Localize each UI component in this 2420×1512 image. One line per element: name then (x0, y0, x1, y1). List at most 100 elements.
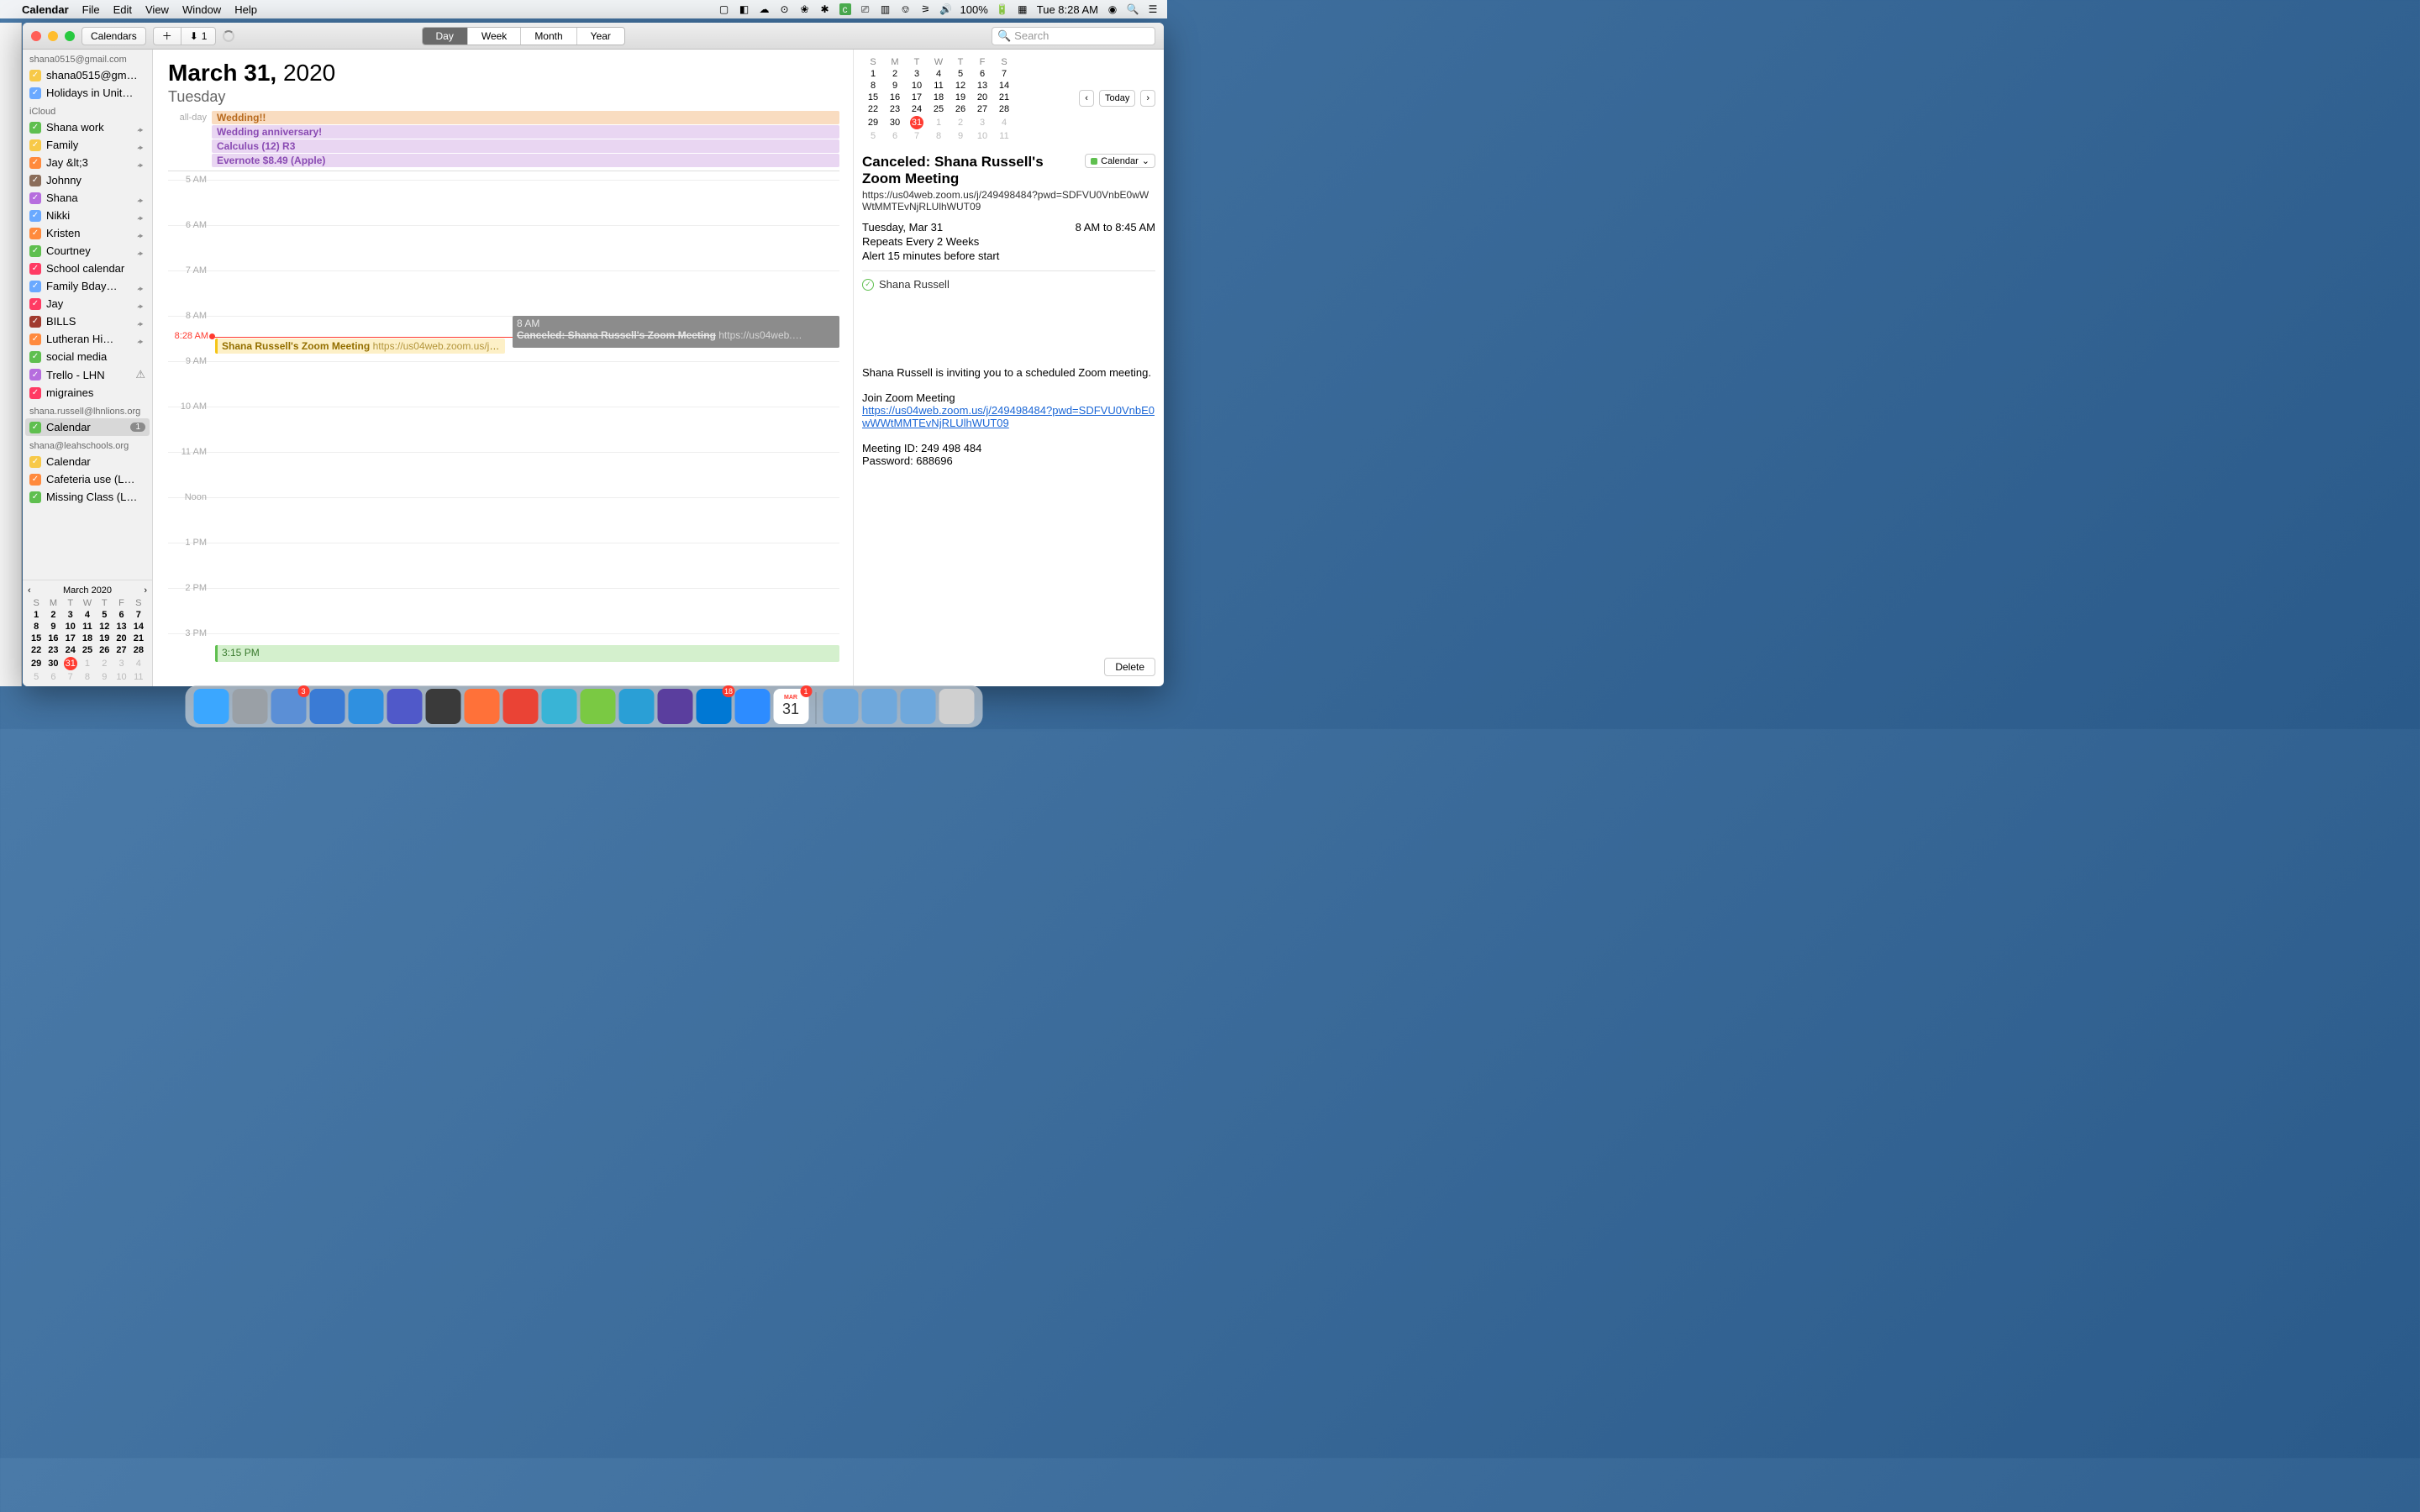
app-name[interactable]: Calendar (22, 3, 69, 16)
cal-day[interactable]: 1 (28, 609, 45, 621)
cal-day[interactable]: 7 (993, 68, 1015, 80)
cal-day[interactable]: 14 (130, 621, 147, 633)
bluetooth-icon[interactable]: ⎊ (900, 3, 912, 15)
status-icon-battery2[interactable]: ▥ (880, 3, 892, 15)
cal-day[interactable]: 24 (62, 644, 79, 656)
menu-file[interactable]: File (82, 3, 100, 16)
sidebar-section-header[interactable]: iCloud (23, 102, 152, 118)
minical-next[interactable]: › (144, 585, 147, 596)
dock-calendar-icon[interactable]: MAR311 (773, 689, 808, 724)
minimize-button[interactable] (48, 31, 58, 41)
timed-event-canceled[interactable]: 8 AMCanceled: Shana Russell's Zoom Meeti… (513, 316, 839, 348)
calendar-checkbox[interactable]: ✓ (29, 210, 41, 222)
sidebar-calendar-item[interactable]: ✓Kristen (23, 224, 152, 242)
cal-day[interactable]: 12 (950, 80, 971, 92)
dock-app1-icon[interactable] (309, 689, 345, 724)
cal-day[interactable]: 22 (862, 103, 884, 115)
wifi-icon[interactable]: ⚞ (920, 3, 932, 15)
rcal-grid[interactable]: SMTWTFS123456789101112131415161718192021… (862, 56, 1015, 142)
status-icon-1[interactable]: ▢ (718, 3, 730, 15)
cal-day[interactable]: 20 (113, 633, 129, 644)
cal-day[interactable]: 30 (45, 656, 61, 671)
event-repeat[interactable]: Repeats Every 2 Weeks (862, 235, 1155, 248)
allday-event[interactable]: Wedding anniversary! (212, 125, 839, 139)
calendar-checkbox[interactable]: ✓ (29, 316, 41, 328)
calendar-checkbox[interactable]: ✓ (29, 122, 41, 134)
dock-safari-icon[interactable] (348, 689, 383, 724)
cal-day[interactable]: 5 (950, 68, 971, 80)
cal-day[interactable]: 11 (993, 130, 1015, 142)
event-url[interactable]: https://us04web.zoom.us/j/249498484?pwd=… (862, 189, 1155, 213)
cal-day[interactable]: 30 (884, 115, 906, 130)
sidebar-calendar-item[interactable]: ✓Missing Class (L… (23, 488, 152, 506)
cal-day[interactable]: 26 (950, 103, 971, 115)
sidebar-calendar-item[interactable]: ✓Shana (23, 189, 152, 207)
sidebar-calendar-item[interactable]: ✓Calendar1 (25, 418, 150, 436)
sidebar-calendar-item[interactable]: ✓shana0515@gm… (23, 66, 152, 84)
cal-day[interactable]: 31 (906, 115, 928, 130)
sidebar-calendar-item[interactable]: ✓Shana work (23, 118, 152, 136)
cal-day[interactable]: 6 (45, 671, 61, 683)
notification-center-icon[interactable]: ☰ (1147, 3, 1159, 15)
dock-quicktime-icon[interactable] (425, 689, 460, 724)
cal-day[interactable]: 5 (28, 671, 45, 683)
calendar-checkbox[interactable]: ✓ (29, 87, 41, 99)
sidebar-calendar-item[interactable]: ✓Calendar (23, 453, 152, 470)
event-time[interactable]: 8 AM to 8:45 AM (1076, 221, 1155, 234)
rcal-prev[interactable]: ‹ (1079, 90, 1094, 107)
status-icon-9[interactable]: ▦ (1017, 3, 1028, 15)
delete-button[interactable]: Delete (1104, 658, 1155, 676)
cal-day[interactable]: 2 (884, 68, 906, 80)
dock-folder2-icon[interactable] (861, 689, 897, 724)
cal-day[interactable]: 10 (62, 621, 79, 633)
menubar-clock[interactable]: Tue 8:28 AM (1037, 3, 1098, 16)
menu-view[interactable]: View (145, 3, 169, 16)
cal-day[interactable]: 10 (906, 80, 928, 92)
cal-day[interactable]: 13 (971, 80, 993, 92)
cal-day[interactable]: 21 (130, 633, 147, 644)
cal-day[interactable]: 3 (971, 115, 993, 130)
cal-day[interactable]: 20 (971, 92, 993, 103)
cal-day[interactable]: 17 (62, 633, 79, 644)
cal-day[interactable]: 16 (45, 633, 61, 644)
dock-outlook-icon[interactable]: 18 (696, 689, 731, 724)
cal-day[interactable]: 9 (950, 130, 971, 142)
dock-teams-icon[interactable] (387, 689, 422, 724)
sidebar-calendar-item[interactable]: ✓Courtney (23, 242, 152, 260)
cal-day[interactable]: 18 (928, 92, 950, 103)
view-year[interactable]: Year (577, 28, 624, 45)
dock-imovie-icon[interactable] (657, 689, 692, 724)
calendar-checkbox[interactable]: ✓ (29, 456, 41, 468)
cal-day[interactable]: 10 (113, 671, 129, 683)
cal-day[interactable]: 7 (62, 671, 79, 683)
calendar-checkbox[interactable]: ✓ (29, 157, 41, 169)
cal-day[interactable]: 7 (906, 130, 928, 142)
cal-day[interactable]: 22 (28, 644, 45, 656)
cal-day[interactable]: 28 (993, 103, 1015, 115)
cal-day[interactable]: 11 (130, 671, 147, 683)
cal-day[interactable]: 4 (928, 68, 950, 80)
add-event-button[interactable]: ＋ (153, 27, 181, 45)
calendar-checkbox[interactable]: ✓ (29, 245, 41, 257)
cal-day[interactable]: 1 (928, 115, 950, 130)
cal-day[interactable]: 3 (113, 656, 129, 671)
calendars-button[interactable]: Calendars (82, 27, 146, 45)
sidebar-calendar-item[interactable]: ✓Jay &lt;3 (23, 154, 152, 171)
sidebar-section-header[interactable]: shana@leahschools.org (23, 436, 152, 453)
cal-day[interactable]: 21 (993, 92, 1015, 103)
rcal-next[interactable]: › (1140, 90, 1155, 107)
sidebar-calendar-item[interactable]: ✓social media (23, 348, 152, 365)
view-week[interactable]: Week (468, 28, 521, 45)
calendar-checkbox[interactable]: ✓ (29, 298, 41, 310)
event-notes[interactable]: Shana Russell is inviting you to a sched… (862, 366, 1155, 467)
menu-help[interactable]: Help (234, 3, 257, 16)
cal-day[interactable]: 4 (130, 656, 147, 671)
dock-todo-icon[interactable]: 3 (271, 689, 306, 724)
dock-finder-icon[interactable] (193, 689, 229, 724)
dock-app3-icon[interactable] (580, 689, 615, 724)
cal-day[interactable]: 4 (993, 115, 1015, 130)
dock-firefox-icon[interactable] (464, 689, 499, 724)
minical-grid[interactable]: SMTWTFS123456789101112131415161718192021… (28, 597, 147, 683)
inbox-button[interactable]: ⬇ 1 (181, 27, 217, 45)
sidebar-calendar-item[interactable]: ✓School calendar (23, 260, 152, 277)
